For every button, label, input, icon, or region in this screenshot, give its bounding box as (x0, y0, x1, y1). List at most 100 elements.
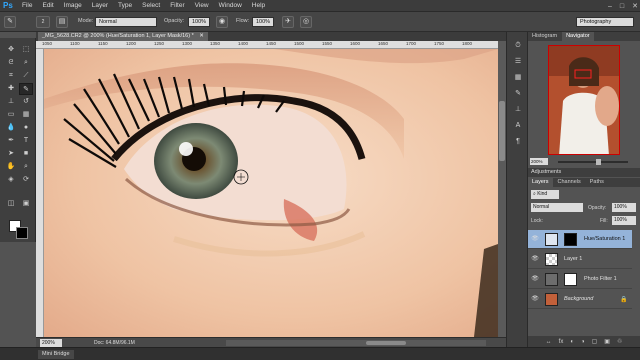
dodge-tool-icon[interactable]: ● (19, 122, 33, 134)
adjustment-layer-icon (545, 233, 558, 246)
eyedropper-tool-icon[interactable]: ⟋ (19, 70, 33, 82)
vertical-scroll-thumb[interactable] (499, 101, 505, 161)
3d-tool-icon[interactable]: ◈ (4, 174, 18, 186)
type-tool-icon[interactable]: T (19, 135, 33, 147)
mode-label: Mode: (78, 18, 94, 24)
airbrush-icon[interactable]: ✈ (282, 16, 294, 28)
document-canvas[interactable] (44, 49, 498, 337)
layers-tabs: Layers Channels Paths (528, 178, 640, 187)
layer-background[interactable]: 👁 Background 🔒 (528, 290, 632, 309)
clone-source-panel-icon[interactable]: ⊥ (512, 104, 524, 116)
rotate-view-tool-icon[interactable]: ⟳ (19, 174, 33, 186)
vertical-scrollbar[interactable] (498, 41, 506, 337)
delete-layer-icon[interactable]: ♲ (617, 338, 622, 345)
add-mask-icon[interactable]: ◐ (570, 339, 574, 345)
tab-channels[interactable]: Channels (554, 178, 585, 187)
menu-image[interactable]: Image (64, 0, 82, 12)
menu-view[interactable]: View (195, 0, 209, 12)
horizontal-scrollbar[interactable] (226, 340, 486, 346)
tab-paths[interactable]: Paths (586, 178, 608, 187)
zoom-slider-knob[interactable] (596, 159, 601, 165)
navigator-zoom-field[interactable]: 200% (530, 158, 548, 165)
zoom-level-field[interactable]: 200% (40, 339, 62, 347)
new-layer-icon[interactable]: ▣ (604, 338, 610, 345)
move-tool-icon[interactable]: ✥ (4, 44, 18, 56)
flow-input[interactable]: 100% (252, 17, 274, 27)
lasso-tool-icon[interactable]: ᘓ (4, 57, 18, 69)
menu-layer[interactable]: Layer (92, 0, 108, 12)
workspace-select[interactable]: Photography (576, 17, 634, 27)
navigator-zoom-slider[interactable] (558, 159, 628, 165)
opacity-input[interactable]: 100% (188, 17, 210, 27)
tab-layers[interactable]: Layers (528, 178, 553, 187)
minimize-button[interactable]: – (608, 3, 612, 10)
close-button[interactable]: ✕ (632, 2, 638, 10)
history-panel-icon[interactable]: ⏱ (512, 40, 524, 52)
new-group-icon[interactable]: ▢ (592, 338, 598, 345)
marquee-tool-icon[interactable]: ⬚ (19, 44, 33, 56)
adjustments-panel-header[interactable]: Adjustments (528, 168, 640, 177)
ruler-tick: 1550 (322, 41, 333, 46)
brush-size-picker[interactable]: 2 (36, 16, 50, 28)
background-color-swatch[interactable] (16, 227, 28, 239)
quick-mask-icon[interactable]: ◫ (4, 198, 18, 210)
hand-tool-icon[interactable]: ✋ (4, 161, 18, 173)
options-bar: ✎ 2 ▤ Mode: Normal Opacity: 100% ◉ Flow:… (0, 12, 640, 32)
paragraph-panel-icon[interactable]: ¶ (512, 136, 524, 148)
pressure-opacity-icon[interactable]: ◉ (216, 16, 228, 28)
eye-icon[interactable]: 👁 (531, 295, 539, 303)
eye-icon[interactable]: 👁 (531, 255, 539, 263)
menu-edit[interactable]: Edit (42, 0, 53, 12)
screen-mode-icon[interactable]: ▣ (19, 198, 33, 210)
blur-tool-icon[interactable]: 💧 (4, 122, 18, 134)
mode-select[interactable]: Normal (95, 17, 157, 27)
maximize-button[interactable]: □ (620, 3, 624, 10)
close-tab-icon[interactable]: ✕ (199, 33, 204, 39)
menu-window[interactable]: Window (219, 0, 242, 12)
fill-input[interactable]: 100% (612, 216, 636, 225)
eye-icon[interactable]: 👁 (531, 275, 539, 283)
new-adjustment-layer-icon[interactable]: ◑ (581, 339, 585, 345)
layer-kind-filter[interactable]: ⌕ Kind (531, 190, 559, 199)
menu-file[interactable]: File (22, 0, 32, 12)
mini-bridge-tab[interactable]: Mini Bridge (38, 350, 74, 359)
layer-mask-thumbnail[interactable] (564, 233, 577, 246)
gradient-tool-icon[interactable]: ▦ (19, 109, 33, 121)
layer-hue-saturation[interactable]: 👁 Hue/Saturation 1 (528, 230, 632, 249)
properties-panel-icon[interactable]: ☰ (512, 56, 524, 68)
tab-histogram[interactable]: Histogram (528, 32, 561, 41)
brush-tool-icon[interactable]: ✎ (19, 83, 33, 95)
layer-mask-thumbnail[interactable] (564, 273, 577, 286)
pen-tool-icon[interactable]: ✒ (4, 135, 18, 147)
menu-filter[interactable]: Filter (170, 0, 184, 12)
menu-type[interactable]: Type (118, 0, 132, 12)
pressure-size-icon[interactable]: ◎ (300, 16, 312, 28)
eye-icon[interactable]: 👁 (531, 235, 539, 243)
menu-help[interactable]: Help (252, 0, 265, 12)
shape-tool-icon[interactable]: ■ (19, 148, 33, 160)
menu-select[interactable]: Select (142, 0, 160, 12)
swatches-panel-icon[interactable]: ▦ (512, 72, 524, 84)
clone-stamp-tool-icon[interactable]: ⊥ (4, 96, 18, 108)
layer-opacity-input[interactable]: 100% (612, 203, 636, 212)
brush-tool-preset-icon[interactable]: ✎ (4, 16, 16, 28)
blend-mode-select[interactable]: Normal (531, 203, 583, 212)
path-selection-tool-icon[interactable]: ➤ (4, 148, 18, 160)
navigator-thumbnail[interactable] (548, 45, 620, 155)
history-brush-tool-icon[interactable]: ↺ (19, 96, 33, 108)
eraser-tool-icon[interactable]: ▭ (4, 109, 18, 121)
brush-panel-icon[interactable]: ✎ (512, 88, 524, 100)
tab-navigator[interactable]: Navigator (562, 32, 594, 41)
zoom-tool-icon[interactable]: ⌕ (19, 161, 33, 173)
crop-tool-icon[interactable]: ⌗ (4, 70, 18, 82)
horizontal-scroll-thumb[interactable] (366, 341, 406, 345)
character-panel-icon[interactable]: A (512, 120, 524, 132)
layer-1[interactable]: 👁 Layer 1 (528, 250, 632, 269)
link-layers-icon[interactable]: ↔ (546, 339, 552, 345)
brush-panel-icon[interactable]: ▤ (56, 16, 68, 28)
healing-brush-tool-icon[interactable]: ✚ (4, 83, 18, 95)
add-layer-style-icon[interactable]: fx (559, 339, 564, 345)
quick-select-tool-icon[interactable]: ⌕ (19, 57, 33, 69)
layer-photo-filter[interactable]: 👁 Photo Filter 1 (528, 270, 632, 289)
document-tab[interactable]: _MG_5628.CR2 @ 200% (Hue/Saturation 1, L… (38, 32, 208, 41)
